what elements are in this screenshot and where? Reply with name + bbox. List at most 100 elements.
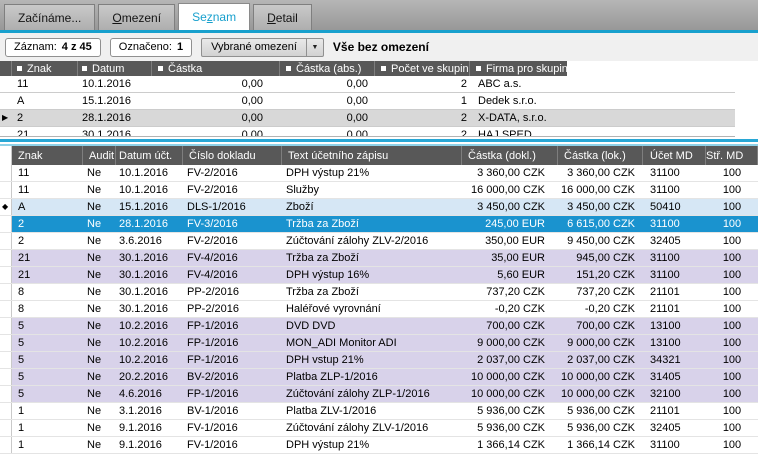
entry-cell-castka-dokl: 245,00 EUR [462,216,558,232]
entry-row[interactable]: 2Ne3.6.2016FV-2/2016Zúčtování zálohy ZLV… [0,233,758,250]
detail-table-body: 11Ne10.1.2016FV-2/2016DPH výstup 21%3 36… [0,165,758,454]
entry-cell-castka-dokl: 3 450,00 CZK [462,199,558,215]
group-column-header-datum[interactable]: Datum [78,61,152,76]
entry-row[interactable]: 5Ne10.2.2016FP-1/2016DPH vstup 21%2 037,… [0,352,758,369]
marked-counter-value: 1 [177,41,183,53]
detail-column-header-cislo-dokladu[interactable]: Číslo dokladu [183,146,282,165]
entry-cell-ucet-md: 21101 [643,284,706,300]
entry-cell-cislo: PP-2/2016 [183,284,282,300]
detail-column-header-ucet-md[interactable]: Účet MD [643,146,706,165]
entry-cell-str-md: 100 [706,420,758,436]
accounting-journal-window: Začínáme... Omezení Seznam Detail Záznam… [0,0,758,469]
entry-cell-datum: 30.1.2016 [116,267,183,283]
row-indicator-cell [0,420,12,436]
entry-cell-audit: Ne [83,403,116,419]
entry-row[interactable]: 5Ne10.2.2016FP-1/2016DVD DVD700,00 CZK70… [0,318,758,335]
entry-cell-audit: Ne [83,182,116,198]
marked-counter: Označeno: 1 [110,38,192,57]
tab-zaciname[interactable]: Začínáme... [4,4,95,30]
entry-cell-text: Platba ZLV-1/2016 [282,403,462,419]
entry-cell-str-md: 100 [706,403,758,419]
group-column-header-label: Znak [27,63,51,75]
group-column-header-znak[interactable]: Znak [12,61,78,76]
entry-row[interactable]: 11Ne10.1.2016FV-2/2016Služby16 000,00 CZ… [0,182,758,199]
entry-cell-ucet-md: 31100 [643,267,706,283]
group-row[interactable]: ▶228.1.20160,000,002X-DATA, s.r.o. [0,110,735,127]
restriction-dropdown-button[interactable]: ▼ [306,39,323,56]
group-cell-castka: 0,00 [152,76,280,92]
detail-column-header-castka-lok[interactable]: Částka (lok.) [558,146,643,165]
detail-column-header-str-md[interactable]: Stř. MD [706,146,758,165]
entry-cell-znak: 8 [12,301,83,317]
tab-omezeni[interactable]: Omezení [98,4,175,30]
entry-row[interactable]: 1Ne3.1.2016BV-1/2016Platba ZLV-1/20165 9… [0,403,758,420]
tab-seznam[interactable]: Seznam [178,3,250,30]
record-counter-value: 4 z 45 [62,41,92,53]
entry-cell-text: DPH výstup 21% [282,165,462,181]
entry-cell-datum: 10.1.2016 [116,182,183,198]
row-indicator-cell: ◆ [0,199,12,215]
entry-cell-ucet-md: 32405 [643,420,706,436]
entry-cell-audit: Ne [83,250,116,266]
group-table-header: Znak DatumČástkaČástka (abs.)Počet ve sku… [0,61,735,76]
entry-row[interactable]: 5Ne4.6.2016FP-1/2016Zúčtování zálohy ZLP… [0,386,758,403]
group-column-header-castka[interactable]: Částka [152,61,280,76]
row-indicator-cell [0,76,12,92]
row-indicator-cell: ▶ [0,216,12,232]
detail-column-header-text-uctniho-zapisu[interactable]: Text účetního zápisu [282,146,462,165]
group-row[interactable]: A15.1.20160,000,001Dedek s.r.o. [0,93,735,110]
detail-column-header-label: Text účetního zápisu [288,150,388,162]
detail-column-header-castka-dokl[interactable]: Částka (dokl.) [462,146,558,165]
group-column-header-castka-abs[interactable]: Částka (abs.) [280,61,375,76]
entry-cell-castka-dokl: 10 000,00 CZK [462,386,558,402]
group-column-header-pocet-ve-skupine[interactable]: Počet ve skupině [375,61,470,76]
entry-cell-str-md: 100 [706,250,758,266]
entry-cell-znak: 11 [12,182,83,198]
entry-row[interactable]: 21Ne30.1.2016FV-4/2016DPH výstup 16%5,60… [0,267,758,284]
group-cell-pocet: 2 [375,76,470,92]
entry-cell-audit: Ne [83,369,116,385]
entry-cell-ucet-md: 21101 [643,403,706,419]
entry-row[interactable]: 1Ne9.1.2016FV-1/2016DPH výstup 21%1 366,… [0,437,758,454]
entry-cell-cislo: FP-1/2016 [183,352,282,368]
entry-row[interactable]: 5Ne10.2.2016FP-1/2016MON_ADI Monitor ADI… [0,335,758,352]
row-indicator-cell [0,301,12,317]
row-indicator-cell [0,182,12,198]
column-marker-icon [82,66,87,71]
entry-cell-str-md: 100 [706,233,758,249]
detail-column-header-label: Částka (dokl.) [468,150,536,162]
entry-row[interactable]: 1Ne9.1.2016FV-1/2016Zúčtování zálohy ZLV… [0,420,758,437]
entry-row[interactable]: 11Ne10.1.2016FV-2/2016DPH výstup 21%3 36… [0,165,758,182]
row-indicator-cell [0,386,12,402]
group-cell-znak: 11 [12,76,78,92]
row-indicator-cell [0,369,12,385]
entry-row[interactable]: 21Ne30.1.2016FV-4/2016Tržba za Zboží35,0… [0,250,758,267]
entry-cell-datum: 30.1.2016 [116,301,183,317]
entry-cell-audit: Ne [83,199,116,215]
detail-column-header-datum-uct[interactable]: Datum účt. [116,146,183,165]
entry-row[interactable]: 8Ne30.1.2016PP-2/2016Haléřové vyrovnání-… [0,301,758,318]
group-column-header-firma-pro-skupinu[interactable]: Firma pro skupinu [470,61,567,76]
group-cell-castka: 0,00 [152,127,280,137]
entry-cell-znak: 2 [12,233,83,249]
group-row[interactable]: 1110.1.20160,000,002ABC a.s. [0,76,735,93]
column-marker-icon [476,66,481,71]
entry-cell-castka-dokl: 10 000,00 CZK [462,369,558,385]
entry-cell-str-md: 100 [706,165,758,181]
entry-cell-castka-dokl: 5 936,00 CZK [462,420,558,436]
entry-row[interactable]: ▶2Ne28.1.2016FV-3/2016Tržba za Zboží245,… [0,216,758,233]
entry-row[interactable]: 8Ne30.1.2016PP-2/2016Tržba za Zboží737,2… [0,284,758,301]
entry-cell-text: Tržba za Zboží [282,216,462,232]
entry-cell-castka-dokl: 5,60 EUR [462,267,558,283]
tab-detail[interactable]: Detail [253,4,312,30]
entry-row[interactable]: 5Ne20.2.2016BV-2/2016Platba ZLP-1/201610… [0,369,758,386]
detail-column-header-audit[interactable]: Audit [83,146,116,165]
restriction-button[interactable]: Vybrané omezení [202,39,306,56]
detail-column-header-znak[interactable]: Znak [12,146,83,165]
table-splitter[interactable] [0,137,758,146]
record-counter-label: Záznam: [14,41,57,53]
group-row[interactable]: 2130.1.20160,000,002HAJ SPED [0,127,735,137]
entry-row[interactable]: ◆ANe15.1.2016DLS-1/2016Zboží3 450,00 CZK… [0,199,758,216]
entry-cell-ucet-md: 31100 [643,182,706,198]
row-indicator-cell: ▶ [0,110,12,126]
